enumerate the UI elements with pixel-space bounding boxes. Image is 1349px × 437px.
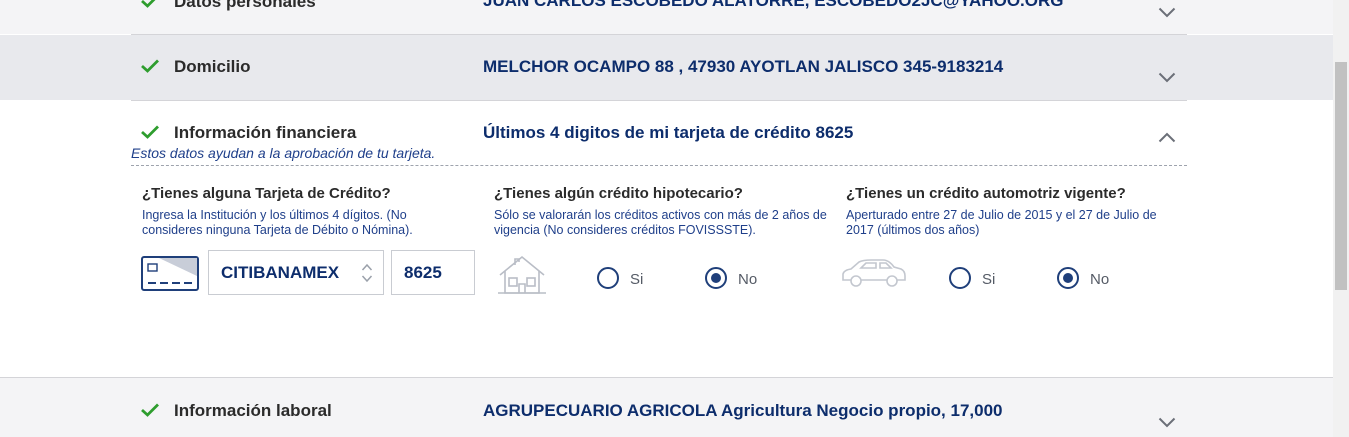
chevron-down-icon[interactable] [1158, 417, 1176, 428]
credit-card-description: Ingresa la Institución y los últimos 4 d… [142, 208, 413, 237]
auto-no-label: No [1090, 271, 1110, 288]
section-summary: Últimos 4 digitos de mi tarjeta de crédi… [483, 123, 854, 142]
mortgage-question: ¿Tienes algún crédito hipotecario? [494, 185, 743, 202]
institution-select-value: CITIBANAMEX [221, 263, 340, 282]
car-icon [842, 259, 906, 287]
auto-question: ¿Tienes un crédito automotriz vigente? [846, 185, 1126, 202]
section-personal[interactable]: Datos personales JUAN CARLOS ESCOBEDO AL… [0, 0, 1333, 34]
section-summary: MELCHOR OCAMPO 88 , 47930 AYOTLAN JALISC… [483, 57, 1004, 76]
institution-select[interactable]: CITIBANAMEX [208, 250, 384, 295]
chevron-up-icon[interactable] [1158, 132, 1176, 143]
auto-yes-label: Si [982, 271, 996, 288]
section-title: Información laboral [174, 401, 332, 420]
check-icon [141, 59, 159, 73]
chevron-down-icon[interactable] [1158, 7, 1176, 18]
section-summary: AGRUPECUARIO AGRICOLA Agricultura Negoci… [483, 401, 1003, 420]
auto-no-radio[interactable] [1057, 267, 1079, 289]
select-arrows-icon [361, 263, 373, 283]
check-icon [141, 403, 159, 417]
dashed-divider [131, 165, 1187, 166]
section-title: Domicilio [174, 57, 251, 76]
mortgage-description: Sólo se valorarán los créditos activos c… [494, 208, 827, 237]
scrollbar[interactable] [1333, 0, 1349, 437]
mortgage-no-label: No [738, 271, 758, 288]
mortgage-no-radio[interactable] [705, 267, 727, 289]
section-address[interactable]: Domicilio MELCHOR OCAMPO 88 , 47930 AYOT… [0, 35, 1333, 100]
section-title: Datos personales [174, 0, 316, 11]
check-icon [141, 0, 156, 8]
card-digits-value: 8625 [404, 263, 442, 282]
house-icon [498, 255, 546, 294]
section-hint: Estos datos ayudan a la aprobación de tu… [131, 145, 436, 161]
section-employment[interactable]: Información laboral AGRUPECUARIO AGRICOL… [0, 377, 1333, 437]
section-title: Información financiera [174, 123, 357, 142]
card-digits-input[interactable]: 8625 [391, 250, 475, 295]
chevron-down-icon[interactable] [1158, 72, 1176, 83]
auto-description: Aperturado entre 27 de Julio de 2015 y e… [846, 208, 1157, 237]
credit-card-question: ¿Tienes alguna Tarjeta de Crédito? [142, 185, 391, 202]
credit-card-icon [141, 256, 199, 291]
mortgage-yes-label: Si [630, 271, 644, 288]
auto-yes-radio[interactable] [949, 267, 971, 289]
check-icon [141, 125, 159, 139]
scrollbar-thumb[interactable] [1335, 62, 1347, 290]
section-financial: Información financiera Últimos 4 digitos… [0, 101, 1333, 377]
section-summary: JUAN CARLOS ESCOBEDO ALATORRE, ESCOBEDO2… [483, 0, 1064, 10]
mortgage-yes-radio[interactable] [597, 267, 619, 289]
